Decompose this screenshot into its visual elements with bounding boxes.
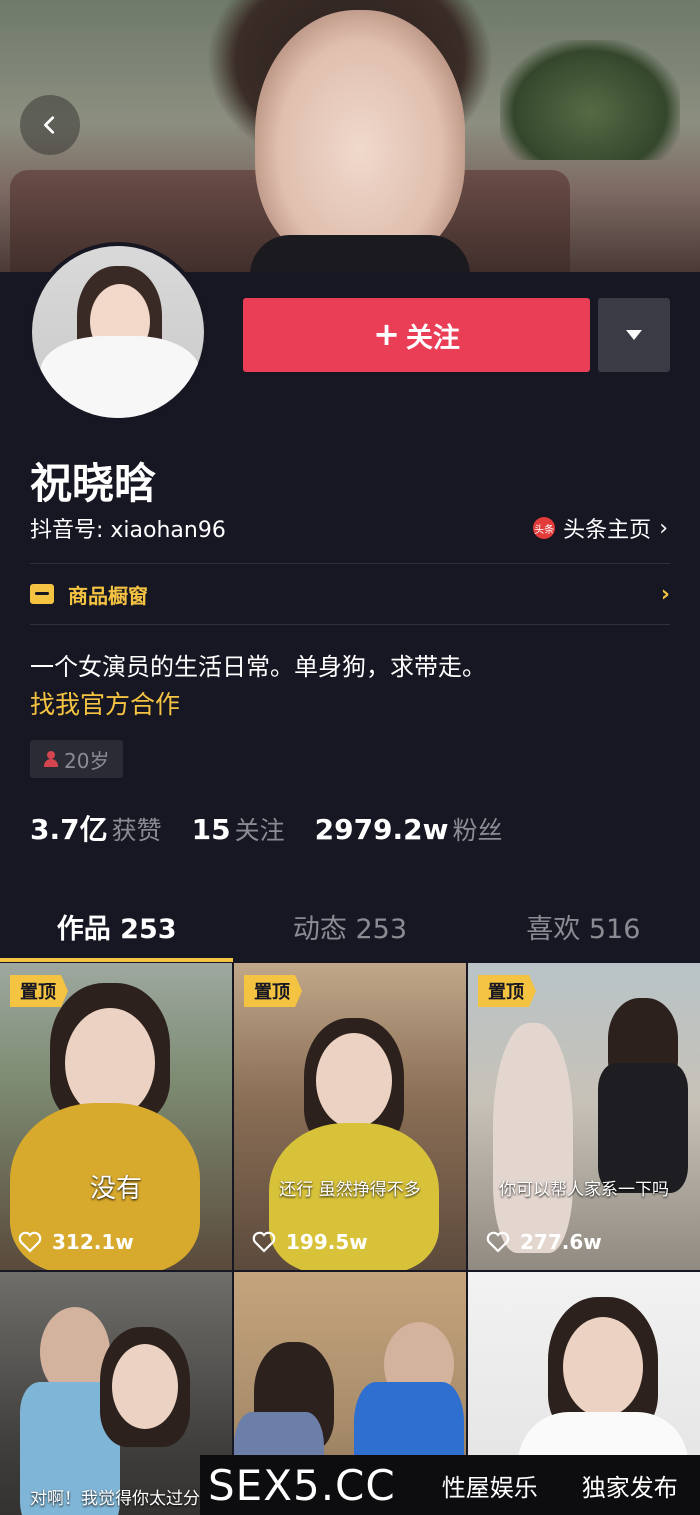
cover-plant xyxy=(500,40,680,160)
video-thumbnail[interactable]: 对啊！我觉得你太过分了 xyxy=(0,1272,232,1515)
video-likes: 277.6w xyxy=(486,1230,602,1254)
profile-tabs: 作品 253 动态 253 喜欢 516 xyxy=(0,890,700,962)
tab-likes[interactable]: 喜欢 516 xyxy=(467,890,700,962)
avatar-pillow xyxy=(40,336,200,418)
stat-value: 3.7亿 xyxy=(30,813,108,846)
bio-text: 一个女演员的生活日常。单身狗，求带走。 xyxy=(30,653,486,681)
follow-label: 关注 xyxy=(405,322,460,354)
stat-following[interactable]: 15 关注 xyxy=(192,811,285,847)
person-icon xyxy=(44,751,58,767)
follow-button[interactable]: + 关注 xyxy=(243,298,590,372)
tab-works[interactable]: 作品 253 xyxy=(0,890,234,962)
thumb-face xyxy=(65,1008,155,1118)
video-likes: 312.1w xyxy=(18,1230,134,1254)
chevron-left-icon xyxy=(44,116,55,134)
more-options-button[interactable] xyxy=(598,298,670,372)
pinned-badge: 置顶 xyxy=(244,975,302,1007)
stats-row: 3.7亿 获赞 15 关注 2979.2w 粉丝 xyxy=(30,808,503,848)
stat-label: 获赞 xyxy=(111,816,162,845)
age-tag: 20岁 xyxy=(30,740,124,778)
thumb-figure xyxy=(493,1023,573,1253)
heart-icon xyxy=(18,1231,42,1253)
shop-icon xyxy=(30,584,54,604)
thumb-face-2 xyxy=(112,1344,178,1429)
stat-likes[interactable]: 3.7亿 获赞 xyxy=(30,808,162,848)
watermark-logo: SEX5.CC xyxy=(208,1460,396,1510)
stat-label: 关注 xyxy=(234,816,285,845)
chevron-right-icon: › xyxy=(659,515,668,541)
video-thumbnail[interactable]: 置顶 你可以帮人家系一下吗 277.6w xyxy=(468,963,700,1270)
watermark-bar: SEX5.CC 性屋娱乐 独家发布 xyxy=(200,1455,700,1515)
video-thumbnail[interactable]: 置顶 还行 虽然挣得不多 199.5w xyxy=(234,963,466,1270)
heart-icon xyxy=(252,1231,276,1253)
video-likes: 199.5w xyxy=(252,1230,368,1254)
stat-label: 粉丝 xyxy=(452,816,503,845)
tab-activity[interactable]: 动态 253 xyxy=(233,890,466,962)
thumb-shirt xyxy=(598,1063,688,1193)
cover-shirt xyxy=(250,235,470,272)
shop-label: 商品橱窗 xyxy=(68,583,148,608)
collab-link[interactable]: 找我官方合作 xyxy=(30,685,180,721)
thumb-face xyxy=(563,1317,643,1417)
stat-value: 15 xyxy=(191,813,231,846)
watermark-link-1[interactable]: 性屋娱乐 xyxy=(442,1468,538,1503)
avatar[interactable] xyxy=(28,242,208,422)
stat-followers[interactable]: 2979.2w 粉丝 xyxy=(315,811,503,847)
watermark-link-2[interactable]: 独家发布 xyxy=(582,1468,678,1503)
toutiao-link[interactable]: 头条 头条主页 › xyxy=(533,512,668,544)
avatar-image xyxy=(32,246,204,418)
age-label: 20岁 xyxy=(64,748,110,773)
chevron-right-icon: › xyxy=(660,581,670,607)
divider xyxy=(30,563,670,564)
video-caption: 你可以帮人家系一下吗 xyxy=(499,1180,669,1200)
video-caption: 还行 虽然挣得不多 xyxy=(279,1180,421,1200)
stat-value: 2979.2w xyxy=(314,813,449,846)
triangle-down-icon xyxy=(626,330,642,340)
pinned-badge: 置顶 xyxy=(10,975,68,1007)
video-thumbnail[interactable]: 置顶 没有 312.1w xyxy=(0,963,232,1270)
pinned-badge: 置顶 xyxy=(478,975,536,1007)
toutiao-label: 头条主页 xyxy=(563,518,652,543)
profile-cover-image xyxy=(0,0,700,272)
cover-person xyxy=(255,10,465,265)
likes-count: 312.1w xyxy=(52,1230,134,1254)
video-caption: 没有 xyxy=(89,1174,142,1204)
profile-name: 祝晓晗 xyxy=(30,459,157,508)
plus-icon: + xyxy=(373,314,400,353)
douyin-id: 抖音号: xiaohan96 xyxy=(30,518,226,543)
likes-count: 277.6w xyxy=(520,1230,602,1254)
shop-window-row[interactable]: 商品橱窗 › xyxy=(30,578,670,610)
heart-icon xyxy=(486,1231,510,1253)
divider xyxy=(30,624,670,625)
thumb-face xyxy=(316,1033,392,1128)
back-button[interactable] xyxy=(20,95,80,155)
toutiao-icon: 头条 xyxy=(533,517,556,539)
video-grid: 置顶 没有 312.1w 置顶 还行 虽然挣得不多 199.5w 置顶 你可以帮… xyxy=(0,963,700,1515)
likes-count: 199.5w xyxy=(286,1230,368,1254)
